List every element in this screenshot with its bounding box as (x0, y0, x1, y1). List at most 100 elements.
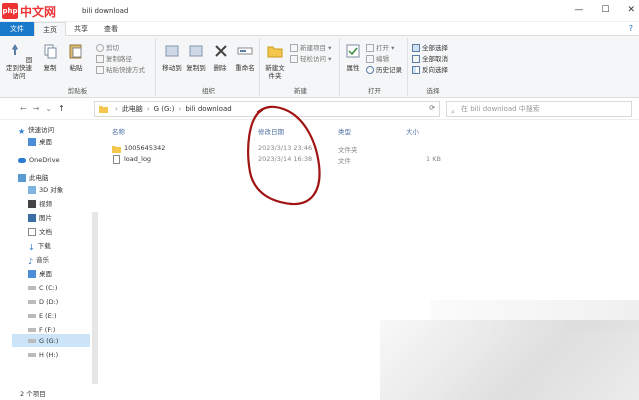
cut-label: 剪切 (106, 44, 119, 52)
history-label: 历史记录 (376, 66, 402, 74)
nav-label: 此电脑 (29, 174, 49, 182)
help-icon[interactable]: ? (629, 24, 633, 33)
blurred-region (380, 320, 639, 400)
column-header-name[interactable]: 名称 (112, 126, 125, 136)
rename-label: 重命名 (235, 64, 255, 72)
delete-button[interactable]: 删除 (212, 42, 228, 72)
table-row[interactable]: load_log 2023/3/14 16:38 文件 1 KB (108, 155, 628, 166)
nav-videos[interactable]: 视频 (28, 198, 52, 210)
window-title: bili download (82, 7, 129, 15)
select-none-icon (412, 55, 420, 63)
paste-shortcut-button[interactable]: 粘贴快捷方式 (96, 66, 145, 75)
maximize-button[interactable]: ☐ (601, 5, 609, 15)
move-to-button[interactable]: 移动到 (162, 42, 182, 72)
tab-share[interactable]: 共享 (66, 22, 96, 36)
nav-this-pc[interactable]: 此电脑 (18, 172, 49, 184)
select-none-label: 全部取消 (422, 55, 448, 63)
history-icon (366, 66, 374, 74)
nav-desktop[interactable]: 桌面 (28, 268, 52, 280)
nav-label: E (E:) (39, 312, 57, 320)
nav-label: F (F:) (39, 326, 56, 334)
group-clipboard: 固定到快速访问 复制 粘贴 剪切 复制路径 粘贴快捷方式 剪贴板 (0, 38, 156, 96)
table-row[interactable]: 1005645342 2023/3/13 23:46 文件夹 (108, 144, 628, 155)
chevron-right-icon: › (146, 105, 150, 113)
copy-button[interactable]: 复制 (40, 42, 60, 72)
group-select: 全部选择 全部取消 反向选择 选择 (410, 38, 456, 96)
chevron-right-icon: › (178, 105, 182, 113)
close-button[interactable]: ✕ (627, 5, 635, 15)
nav-drive-h[interactable]: H (H:) (28, 349, 58, 361)
logo-badge: php (2, 3, 18, 19)
file-date: 2023/3/14 16:38 (258, 155, 313, 163)
column-header-date[interactable]: 修改日期 (258, 126, 284, 136)
refresh-icon[interactable]: ⟳ (429, 104, 435, 112)
item-count: 2 个项目 (20, 390, 46, 398)
file-date: 2023/3/13 23:46 (258, 144, 313, 152)
nav-pictures[interactable]: 图片 (28, 212, 52, 224)
address-row: ←→⌄↑ › 此电脑 › G (G:) › bili download ⟳ ⌕ … (0, 98, 639, 120)
document-icon (28, 228, 36, 236)
breadcrumb-this-pc[interactable]: 此电脑 (122, 104, 143, 114)
organize-group-label: 组织 (202, 87, 215, 95)
search-input[interactable]: ⌕ 在 bili download 中搜索 (446, 101, 632, 117)
nav-label: OneDrive (29, 156, 60, 164)
folder-icon (112, 146, 121, 153)
nav-3d-objects[interactable]: 3D 对象 (28, 184, 63, 196)
nav-label: D (D:) (39, 298, 59, 306)
invert-selection-button[interactable]: 反向选择 (412, 66, 448, 75)
cut-button[interactable]: 剪切 (96, 44, 119, 53)
forward-icon[interactable]: → (33, 104, 46, 113)
nav-onedrive[interactable]: OneDrive (18, 154, 60, 166)
nav-drive-e[interactable]: E (E:) (28, 310, 57, 322)
tab-home[interactable]: 主页 (34, 21, 66, 36)
breadcrumb-folder[interactable]: bili download (185, 105, 231, 113)
rename-button[interactable]: 重命名 (234, 42, 256, 72)
nav-drive-c[interactable]: C (C:) (28, 282, 57, 294)
new-item-button[interactable]: 新建项目 ▾ (290, 44, 331, 53)
select-all-button[interactable]: 全部选择 (412, 44, 448, 53)
cube-icon (28, 186, 36, 194)
edit-button[interactable]: 编辑 (366, 55, 389, 64)
easy-access-button[interactable]: 轻松访问 ▾ (290, 55, 331, 64)
properties-icon (346, 44, 360, 58)
music-icon: ♪ (28, 257, 34, 266)
tab-file[interactable]: 文件 (0, 21, 34, 36)
nav-music[interactable]: ♪ 音乐 (28, 254, 49, 266)
nav-arrows: ←→⌄↑ (20, 104, 71, 113)
nav-label: H (H:) (39, 351, 59, 359)
new-group-label: 新建 (294, 87, 307, 95)
column-header-type[interactable]: 类型 (338, 126, 351, 136)
back-icon[interactable]: ← (20, 104, 33, 113)
properties-button[interactable]: 属性 (344, 42, 362, 72)
up-icon[interactable]: ↑ (58, 104, 71, 113)
desktop-icon (28, 138, 36, 146)
recent-icon[interactable]: ⌄ (45, 104, 58, 113)
edit-label: 编辑 (376, 55, 389, 63)
nav-desktop-quick[interactable]: 桌面 (28, 136, 52, 148)
file-name: 1005645342 (124, 144, 166, 152)
nav-drive-g[interactable]: G (G:) (28, 335, 58, 347)
history-button[interactable]: 历史记录 (366, 66, 402, 75)
new-folder-icon (267, 46, 283, 58)
copy-to-button[interactable]: 复制到 (186, 42, 206, 72)
nav-label: 快速访问 (28, 126, 55, 134)
nav-downloads[interactable]: ↓ 下载 (28, 240, 51, 252)
breadcrumb-drive[interactable]: G (G:) (154, 105, 175, 113)
open-button[interactable]: 打开 ▾ (366, 44, 394, 53)
address-bar[interactable]: › 此电脑 › G (G:) › bili download ⟳ (94, 101, 440, 117)
pin-quick-access-button[interactable]: 固定到快速访问 (4, 42, 34, 80)
nav-quick-access[interactable]: ★ 快速访问 (18, 124, 54, 136)
copy-path-button[interactable]: 复制路径 (96, 55, 132, 64)
new-folder-button[interactable]: 新建文件夹 (264, 42, 286, 80)
column-header-size[interactable]: 大小 (406, 126, 419, 136)
minimize-button[interactable]: — (574, 5, 583, 15)
nav-scrollbar[interactable] (92, 212, 98, 384)
select-none-button[interactable]: 全部取消 (412, 55, 448, 64)
tab-view[interactable]: 查看 (96, 22, 126, 36)
select-all-label: 全部选择 (422, 44, 448, 52)
nav-drive-d[interactable]: D (D:) (28, 296, 58, 308)
paste-button[interactable]: 粘贴 (66, 42, 86, 72)
nav-label: 桌面 (39, 138, 52, 146)
nav-documents[interactable]: 文档 (28, 226, 52, 238)
group-new: 新建文件夹 新建项目 ▾ 轻松访问 ▾ 新建 (262, 38, 340, 96)
